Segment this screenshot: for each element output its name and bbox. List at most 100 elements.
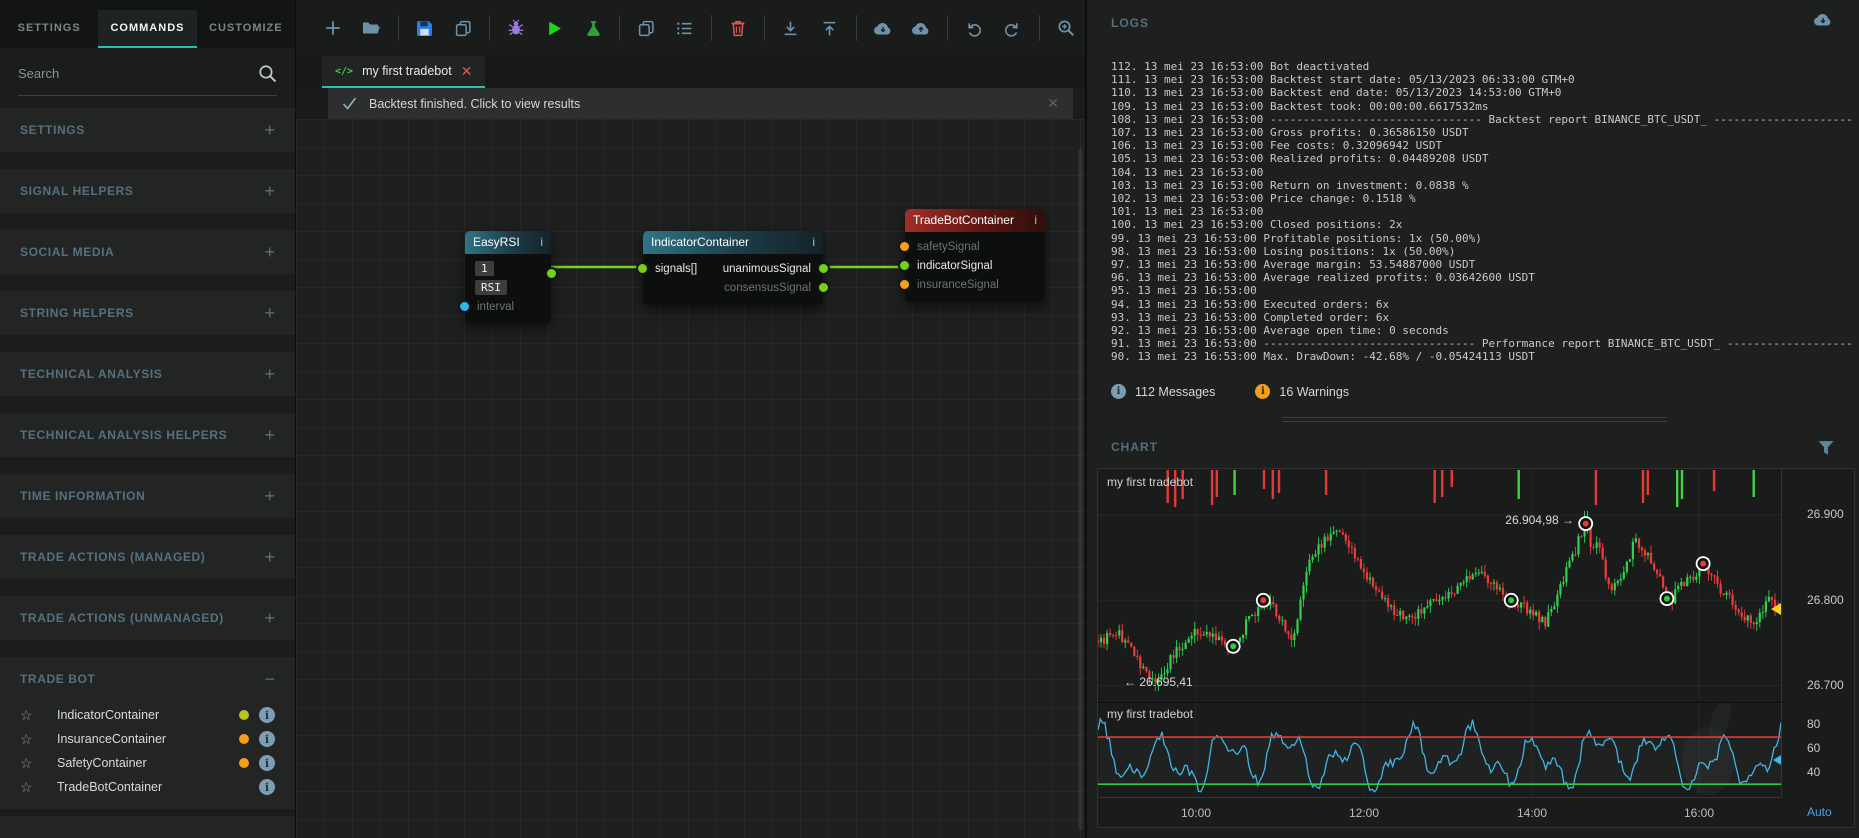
expand-icon[interactable]: + — [264, 242, 275, 263]
node-indicatorcontainer[interactable]: IndicatorContainer i signals[] unanimousSig… — [636, 231, 830, 305]
panel-splitter[interactable] — [1087, 408, 1859, 430]
log-line: 92. 13 mei 23 16:53:00 Average open time… — [1111, 324, 1449, 338]
cloud-download-icon[interactable] — [1813, 12, 1833, 27]
warnings-count[interactable]: i 16 Warnings — [1255, 384, 1349, 399]
section-header[interactable]: TIME INFORMATION + — [20, 474, 275, 518]
node-info-icon[interactable]: i — [1034, 209, 1037, 232]
export-button[interactable] — [819, 16, 839, 40]
section-header[interactable]: SIGNAL HELPERS + — [20, 169, 275, 213]
expand-icon[interactable]: + — [264, 425, 275, 446]
info-icon[interactable]: i — [259, 731, 275, 747]
command-item-indicatorcontainer[interactable]: ☆ IndicatorContainer i — [20, 703, 275, 727]
section-header[interactable]: SOCIAL MEDIA + — [20, 230, 275, 274]
price-pane-label: my first tradebot — [1107, 475, 1194, 489]
star-icon[interactable]: ☆ — [20, 780, 35, 794]
node-info-icon[interactable]: i — [812, 231, 815, 254]
import-button[interactable] — [781, 16, 801, 40]
execute-button[interactable] — [544, 16, 564, 40]
collapse-icon[interactable]: − — [264, 669, 275, 690]
node-tradebotcontainer[interactable]: TradeBotContainer i safetySignal indicatorS… — [898, 209, 1045, 302]
input-port[interactable] — [898, 259, 911, 272]
rsi-axis-label: 40 — [1807, 765, 1821, 779]
node-info-icon[interactable]: i — [540, 231, 543, 254]
command-item-tradebotcontainer[interactable]: ☆ TradeBotContainer i — [20, 775, 275, 799]
expand-icon[interactable]: + — [264, 547, 275, 568]
rsi-chart-pane[interactable]: my first tradebot — [1098, 702, 1782, 796]
list-button[interactable] — [674, 16, 694, 40]
backtest-button[interactable] — [583, 16, 603, 40]
node-badge[interactable]: RSI — [475, 280, 507, 295]
script-tab[interactable]: </> my first tradebot ✕ — [322, 56, 486, 88]
star-icon[interactable]: ☆ — [20, 756, 35, 770]
current-price-marker — [1771, 603, 1781, 615]
dismiss-notification-icon[interactable]: ✕ — [1047, 95, 1059, 112]
section-header[interactable]: TRADE ACTIONS (MANAGED) + — [20, 535, 275, 579]
tab-customize[interactable]: CUSTOMIZE — [197, 10, 295, 48]
debug-button[interactable] — [506, 16, 526, 40]
info-icon[interactable]: i — [259, 779, 275, 795]
open-script-button[interactable] — [361, 16, 381, 40]
logs-title: LOGS — [1111, 16, 1150, 30]
close-tab-icon[interactable]: ✕ — [461, 63, 473, 80]
expand-icon[interactable]: + — [264, 181, 275, 202]
cloud-upload-button[interactable] — [911, 16, 931, 40]
save-button[interactable] — [415, 16, 435, 40]
delete-button[interactable] — [728, 16, 748, 40]
info-icon[interactable]: i — [259, 707, 275, 723]
expand-icon[interactable]: + — [264, 486, 275, 507]
section-label: TECHNICAL ANALYSIS — [20, 367, 163, 381]
price-axis[interactable]: 26.900 26.800 26.700 80 60 40 — [1782, 469, 1855, 829]
section-header[interactable]: TRADE ACTIONS (UNMANAGED) + — [20, 596, 275, 640]
section-header[interactable]: STRING HELPERS + — [20, 291, 275, 335]
copy-button[interactable] — [636, 16, 656, 40]
new-script-button[interactable] — [323, 16, 343, 40]
tab-settings[interactable]: SETTINGS — [0, 10, 98, 48]
filter-icon[interactable] — [1817, 440, 1835, 456]
command-item-insurancecontainer[interactable]: ☆ InsuranceContainer i — [20, 727, 275, 751]
canvas-scrollbar[interactable] — [1078, 149, 1083, 830]
log-list[interactable]: 112. 13 mei 23 16:53:00 Bot deactivated 1… — [1111, 60, 1853, 368]
expand-icon[interactable]: + — [264, 364, 275, 385]
star-icon[interactable]: ☆ — [20, 708, 35, 722]
search-input[interactable] — [18, 66, 248, 81]
backtest-notification[interactable]: Backtest finished. Click to view results… — [328, 88, 1073, 119]
tab-commands[interactable]: COMMANDS — [98, 10, 197, 48]
logs-panel: LOGS 112. 13 mei 23 16:53:00 Bot deactiv… — [1087, 0, 1859, 408]
output-port[interactable] — [545, 267, 558, 280]
time-axis[interactable]: 10:00 12:00 14:00 16:00 — [1098, 797, 1782, 828]
input-port[interactable] — [898, 278, 911, 291]
undo-button[interactable] — [964, 16, 984, 40]
cloud-download-button[interactable] — [872, 16, 892, 40]
toolbar-separator — [710, 15, 712, 41]
node-canvas[interactable]: EasyRSI i 1 RSI interval IndicatorContainer i s… — [296, 119, 1085, 838]
section-header[interactable]: SETTINGS + — [20, 108, 275, 152]
info-icon[interactable]: i — [259, 755, 275, 771]
command-item-safetycontainer[interactable]: ☆ SafetyContainer i — [20, 751, 275, 775]
expand-icon[interactable]: + — [264, 303, 275, 324]
section-header[interactable]: TECHNICAL ANALYSIS + — [20, 352, 275, 396]
save-as-button[interactable] — [453, 16, 473, 40]
auto-scale-button[interactable]: Auto — [1807, 805, 1832, 819]
redo-button[interactable] — [1002, 16, 1022, 40]
node-badge[interactable]: 1 — [475, 261, 494, 276]
messages-count[interactable]: i 112 Messages — [1111, 384, 1215, 399]
expand-icon[interactable]: + — [264, 608, 275, 629]
output-port[interactable] — [817, 281, 830, 294]
expand-icon[interactable]: + — [264, 120, 275, 141]
input-port[interactable] — [898, 240, 911, 253]
input-port[interactable] — [636, 262, 649, 275]
input-port-label: indicatorSignal — [917, 259, 993, 272]
script-tab-label: my first tradebot — [362, 64, 452, 78]
output-port[interactable] — [817, 262, 830, 275]
input-port[interactable] — [458, 300, 471, 313]
rsi-pane-label: my first tradebot — [1107, 707, 1194, 721]
section-header[interactable]: TRADE BOT − — [20, 657, 275, 701]
node-easyrsi[interactable]: EasyRSI i 1 RSI interval — [458, 231, 558, 324]
section-header[interactable]: TECHNICAL ANALYSIS HELPERS + — [20, 413, 275, 457]
section-signal-helpers: SIGNAL HELPERS + — [0, 169, 295, 213]
section-label: STRING HELPERS — [20, 306, 134, 320]
star-icon[interactable]: ☆ — [20, 732, 35, 746]
price-chart-pane[interactable]: my first tradebot 26.904,98 → ← 26.695,4… — [1098, 469, 1782, 701]
zoom-button[interactable] — [1056, 16, 1076, 40]
messages-label: 112 Messages — [1135, 384, 1216, 399]
